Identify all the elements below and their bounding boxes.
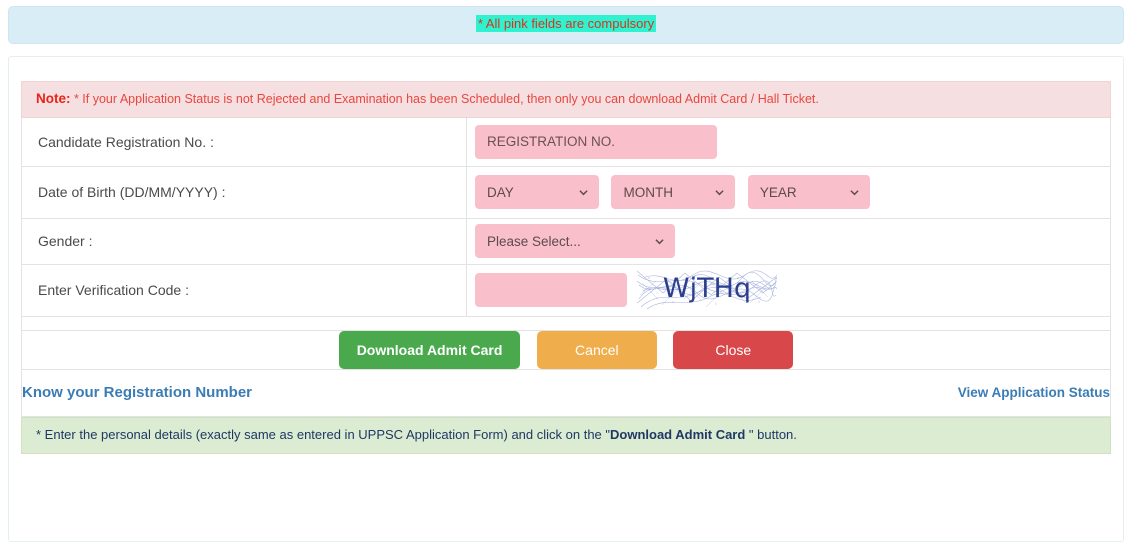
note-bar: Note: * If your Application Status is no… — [21, 81, 1111, 118]
instruction-prefix: * Enter the personal details (exactly sa… — [36, 426, 611, 442]
admit-card-download-page: * All pink fields are compulsory Note: *… — [0, 0, 1132, 548]
spacer-cell — [21, 316, 1111, 331]
dob-year-select[interactable]: YEAR — [747, 175, 870, 209]
row-buttons: Download Admit Card Cancel Close — [21, 330, 1111, 370]
instruction-bold: Download Admit Card — [610, 426, 749, 442]
know-registration-number-link[interactable]: Know your Registration Number — [22, 384, 252, 401]
links-cell: Know your Registration Number View Appli… — [21, 369, 1111, 417]
field-dob: DAY MONTH YEAR — [466, 166, 1111, 219]
field-gender: Please Select... — [466, 218, 1111, 265]
note-label: Note: — [36, 91, 71, 106]
form-card: Note: * If your Application Status is no… — [8, 56, 1124, 542]
banner-text-wrapper: * All pink fields are compulsory — [9, 15, 1123, 32]
links-container: Know your Registration Number View Appli… — [22, 370, 1110, 416]
captcha-row: WjTHq — [475, 269, 1110, 311]
buttons-cell: Download Admit Card Cancel Close — [21, 330, 1111, 370]
dob-day-select[interactable]: DAY — [475, 175, 599, 209]
gender-select[interactable]: Please Select... — [475, 224, 675, 258]
compulsory-fields-banner: * All pink fields are compulsory — [8, 6, 1124, 44]
instruction-suffix: " button. — [748, 426, 797, 442]
compulsory-fields-text: * All pink fields are compulsory — [475, 15, 657, 32]
dob-day-wrapper: DAY — [475, 175, 599, 209]
captcha-text: WjTHq — [662, 273, 752, 304]
dob-year-wrapper: YEAR — [747, 175, 870, 209]
registration-input[interactable] — [475, 124, 717, 159]
row-verification: Enter Verification Code : WjTHq — [21, 264, 1111, 317]
field-registration — [466, 118, 1111, 167]
verification-code-input[interactable] — [475, 273, 627, 307]
dob-month-wrapper: MONTH — [611, 175, 736, 209]
dob-month-select[interactable]: MONTH — [611, 175, 736, 209]
label-gender: Gender : — [21, 218, 467, 265]
row-registration: Candidate Registration No. : — [21, 118, 1111, 167]
close-button[interactable]: Close — [673, 330, 794, 369]
captcha-image: WjTHq — [637, 269, 777, 311]
download-admit-card-button[interactable]: Download Admit Card — [338, 330, 521, 369]
note-text: * If your Application Status is not Reje… — [70, 92, 819, 106]
label-verification: Enter Verification Code : — [21, 264, 467, 317]
row-links: Know your Registration Number View Appli… — [21, 369, 1111, 417]
row-spacer — [21, 316, 1111, 331]
view-application-status-link[interactable]: View Application Status — [958, 385, 1110, 400]
row-dob: Date of Birth (DD/MM/YYYY) : DAY MONTH Y… — [21, 166, 1111, 219]
form-card-inner: Note: * If your Application Status is no… — [21, 81, 1111, 454]
gender-wrapper: Please Select... — [475, 224, 675, 258]
field-verification: WjTHq — [466, 264, 1111, 317]
cancel-button[interactable]: Cancel — [536, 330, 657, 369]
instruction-bar: * Enter the personal details (exactly sa… — [21, 416, 1111, 454]
registration-form-table: Candidate Registration No. : Date of Bir… — [21, 118, 1111, 417]
label-dob: Date of Birth (DD/MM/YYYY) : — [21, 166, 467, 219]
row-gender: Gender : Please Select... — [21, 218, 1111, 265]
label-registration: Candidate Registration No. : — [21, 118, 467, 167]
